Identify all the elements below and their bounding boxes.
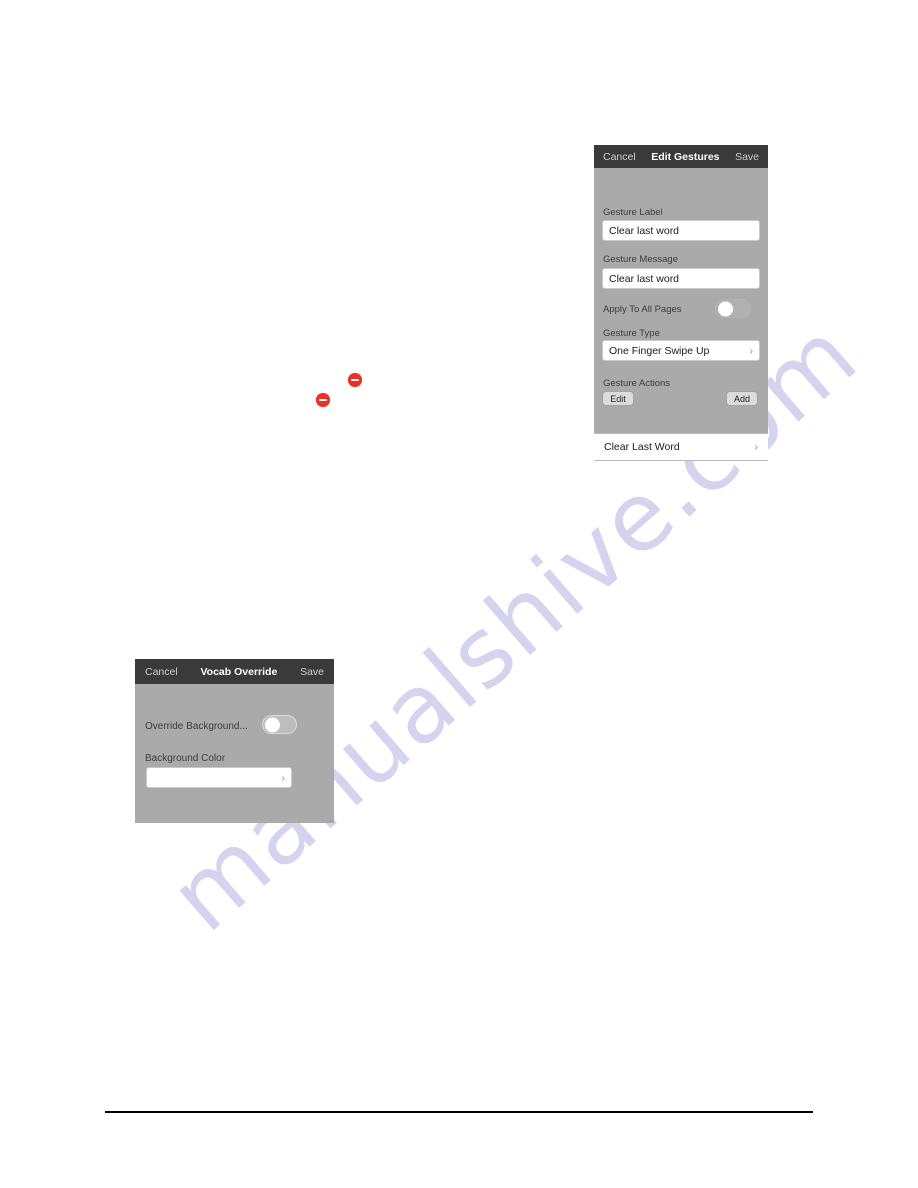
gesture-type-value: One Finger Swipe Up [609,344,710,357]
chevron-right-icon: › [281,771,286,784]
add-button[interactable]: Add [726,391,758,406]
vocab-override-body: Override Background... Background Color … [135,684,334,823]
background-color-select[interactable]: › [146,767,292,788]
panel-title: Vocab Override [200,665,278,678]
gesture-label-caption: Gesture Label [603,207,663,218]
gesture-actions-caption: Gesture Actions [603,378,671,389]
toggle-knob [265,717,280,732]
gesture-type-select[interactable]: One Finger Swipe Up › [602,340,760,361]
save-button[interactable]: Save [735,151,759,163]
footer-divider [105,1111,813,1113]
chevron-right-icon: › [754,441,759,453]
cancel-button[interactable]: Cancel [603,151,636,163]
delete-badge-icon[interactable] [316,393,330,407]
action-list-item-label: Clear Last Word [604,441,680,453]
override-background-toggle[interactable] [262,715,297,734]
apply-to-all-pages-caption: Apply To All Pages [603,304,682,315]
edit-gestures-header: Cancel Edit Gestures Save [594,145,768,168]
panel-title: Edit Gestures [651,150,720,163]
gesture-label-input[interactable]: Clear last word [602,220,760,241]
save-button[interactable]: Save [300,666,324,678]
edit-gestures-panel: Cancel Edit Gestures Save Gesture Label … [594,145,768,461]
gesture-type-caption: Gesture Type [603,328,660,339]
apply-to-all-pages-toggle[interactable] [715,299,751,318]
gesture-message-caption: Gesture Message [603,254,678,265]
delete-badge-icon[interactable] [348,373,362,387]
edit-gestures-body: Gesture Label Clear last word Gesture Me… [594,168,768,461]
vocab-override-header: Cancel Vocab Override Save [135,659,334,684]
chevron-right-icon: › [749,344,754,357]
action-list-item-clear-last-word[interactable]: Clear Last Word › [594,433,768,461]
vocab-override-panel: Cancel Vocab Override Save Override Back… [135,659,334,823]
toggle-knob [718,301,733,316]
cancel-button[interactable]: Cancel [145,666,178,678]
background-color-caption: Background Color [145,753,226,764]
page-watermark: manualshive.com [150,299,879,954]
override-background-caption: Override Background... [145,721,248,732]
edit-button[interactable]: Edit [602,391,634,406]
gesture-message-input[interactable]: Clear last word [602,268,760,289]
